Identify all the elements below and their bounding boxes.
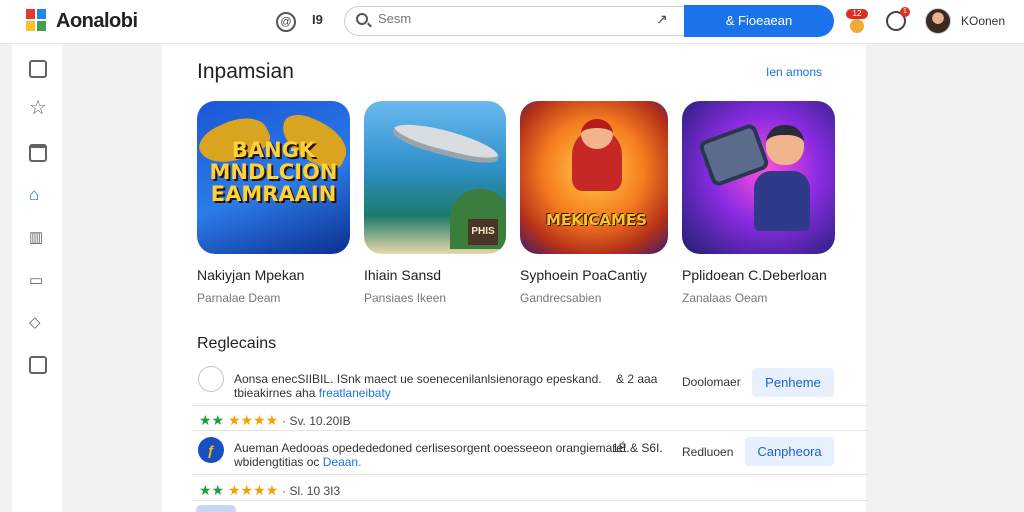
- top-bar: Aonalobi @ I9 ↗ & Fioeaean 12 1 KOonen: [0, 0, 1024, 44]
- app-icon: [198, 366, 224, 392]
- rating-value: Sv. 10.20IB: [289, 414, 351, 428]
- row-detail-prefix: wbidengtitias oc: [234, 455, 320, 469]
- at-icon[interactable]: @: [276, 12, 296, 32]
- tag-icon[interactable]: ◇: [29, 314, 47, 332]
- app-icon: ƒ: [198, 437, 224, 463]
- divider: [192, 405, 868, 406]
- green-star-icon: ★★: [199, 412, 225, 428]
- game-card-title[interactable]: Ihiain Sansd: [364, 267, 441, 283]
- row-action-button[interactable]: Penheme: [752, 368, 834, 397]
- row-meta: 1É & S6I.: [612, 441, 663, 455]
- sidebar: ☆ ⌂ ▥ ▭ ◇: [12, 44, 62, 512]
- rating: ★★ ★★★★ · Sl. 10 3I3: [199, 482, 340, 499]
- rating-text: · Sl. 10 3I3: [282, 484, 341, 498]
- row-description: Aueman Aedooas opedededoned cerlisesorge…: [234, 441, 630, 455]
- row-detail-link[interactable]: Deaan.: [323, 455, 362, 469]
- see-more-link[interactable]: Ien amons: [766, 65, 822, 79]
- brand-name[interactable]: Aonalobi: [56, 10, 138, 33]
- orange-star-icon: ★★★★: [228, 412, 279, 428]
- game-art-text: MEKICAMES: [546, 211, 647, 229]
- row-action-button[interactable]: Canpheora: [745, 437, 834, 466]
- history-badge: 1: [900, 7, 910, 17]
- next-row-icon: [196, 505, 236, 512]
- home-icon[interactable]: ⌂: [29, 186, 47, 204]
- game-card-title[interactable]: Nakiyjan Mpekan: [197, 267, 304, 283]
- row-detail-link[interactable]: freatlaneibaty: [319, 386, 391, 400]
- grid-icon[interactable]: I9: [312, 12, 323, 27]
- game-card-image[interactable]: PHIS: [364, 101, 506, 254]
- rating-text: · Sv. 10.20IB: [282, 414, 351, 428]
- search-button[interactable]: & Fioeaean: [684, 5, 834, 37]
- divider: [192, 500, 868, 501]
- character-head-shape: [766, 125, 804, 165]
- game-card-title[interactable]: Syphoein PoaCantiy: [520, 267, 647, 283]
- game-card-image[interactable]: MEKICAMES: [520, 101, 668, 254]
- game-art-text: PHIS: [468, 219, 498, 245]
- main-content: Inpamsian Ien amons BANGK MNDLCION EAMRA…: [162, 44, 868, 512]
- game-card-title[interactable]: Pplidoean C.Deberloan: [682, 267, 827, 283]
- hero-head-shape: [581, 119, 613, 149]
- featured-title: Inpamsian: [197, 60, 294, 83]
- row-status: Redluoen: [682, 445, 734, 459]
- notification-face-icon: [850, 19, 864, 33]
- search-input[interactable]: [378, 11, 638, 26]
- square-icon[interactable]: [29, 60, 47, 78]
- avatar[interactable]: [925, 8, 951, 34]
- airplane-shape: [390, 118, 502, 168]
- recommendations-title: Reglecains: [197, 335, 277, 352]
- username[interactable]: KOonen: [961, 14, 1005, 28]
- divider: [192, 430, 868, 431]
- orange-star-icon: ★★★★: [228, 482, 279, 498]
- row-status: Doolomaer: [682, 375, 741, 389]
- game-art-text: BANGK MNDLCION EAMRAAIN: [209, 138, 338, 207]
- expand-icon[interactable]: ↗: [656, 11, 668, 28]
- character-body-shape: [754, 171, 810, 231]
- search-icon: [356, 13, 368, 25]
- game-card-subtitle: Zanalaas Oeam: [682, 291, 768, 305]
- game-card-subtitle: Pansiaes Ikeen: [364, 291, 447, 305]
- row-detail: wbidengtitias oc Deaan.: [234, 455, 361, 469]
- rating-value: Sl. 10 3I3: [289, 484, 341, 498]
- star-icon[interactable]: ☆: [29, 98, 47, 118]
- row-detail-prefix: tbieakirnes aha: [234, 386, 316, 400]
- right-gutter: [866, 44, 1012, 512]
- notifications-button[interactable]: 12: [846, 9, 868, 33]
- app-logo-icon[interactable]: [26, 9, 46, 31]
- rating: ★★ ★★★★ · Sv. 10.20IB: [199, 412, 351, 429]
- history-icon[interactable]: 1: [886, 7, 910, 31]
- row-meta: & 2 aaa: [616, 372, 658, 386]
- game-card-subtitle: Parnalae Deam: [197, 291, 281, 305]
- green-star-icon: ★★: [199, 482, 225, 498]
- game-card-image[interactable]: [682, 101, 835, 254]
- game-card-image[interactable]: BANGK MNDLCION EAMRAAIN: [197, 101, 350, 254]
- game-card-subtitle: Gandrecsabien: [520, 291, 602, 305]
- frame-icon[interactable]: [29, 144, 47, 162]
- check-icon[interactable]: [29, 356, 47, 374]
- notification-badge: 12: [846, 9, 868, 19]
- row-detail: tbieakirnes aha freatlaneibaty: [234, 386, 391, 400]
- tv-icon[interactable]: ▭: [29, 272, 47, 290]
- divider: [192, 474, 868, 475]
- chart-icon[interactable]: ▥: [29, 229, 47, 247]
- row-description: Aonsa enecSIIBIL. ISnk maect ue soenecen…: [234, 372, 602, 386]
